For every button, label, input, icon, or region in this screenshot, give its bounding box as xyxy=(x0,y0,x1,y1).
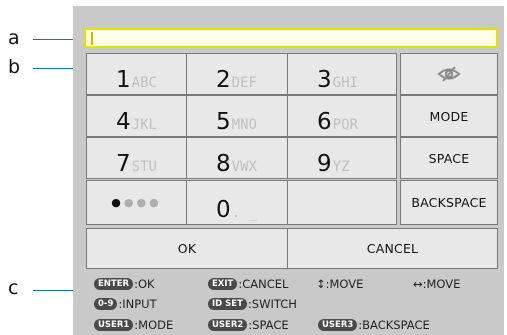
help-exit: EXIT:CANCEL xyxy=(208,276,288,291)
key-letters: ABC xyxy=(131,75,157,91)
exit-button-badge: EXIT xyxy=(208,277,238,290)
cancel-label: CANCEL xyxy=(366,241,419,256)
key-digit: 8 xyxy=(216,151,231,177)
text-input-field[interactable] xyxy=(84,28,498,48)
backspace-key[interactable]: BACKSPACE xyxy=(400,180,498,225)
help-switch: ID SET:SWITCH xyxy=(208,296,297,311)
user3-button-badge: USER3 xyxy=(318,318,358,331)
key-4[interactable]: 4 JKL xyxy=(86,95,187,137)
key-digit: 2 xyxy=(216,67,231,93)
cancel-button[interactable]: CANCEL xyxy=(287,228,498,269)
key-letters: YZ xyxy=(332,159,350,175)
hide-text-key[interactable] xyxy=(400,53,498,95)
key-digit: 7 xyxy=(116,151,131,177)
key-7[interactable]: 7 STU xyxy=(86,137,187,179)
mode-key[interactable]: MODE xyxy=(400,95,498,137)
callout-b: b xyxy=(8,56,21,78)
callout-c: c xyxy=(8,277,19,299)
key-digit: 4 xyxy=(116,109,131,135)
key-letters: VWX xyxy=(231,159,257,175)
key-1[interactable]: 1 ABC xyxy=(86,53,187,95)
key-letters: . _ xyxy=(231,205,257,221)
space-key[interactable]: SPACE xyxy=(400,137,498,179)
key-letters: PQR xyxy=(332,117,358,133)
key-letters: DEF xyxy=(231,75,257,91)
enter-button-badge: ENTER xyxy=(94,277,134,290)
key-digit: 5 xyxy=(216,109,231,135)
backspace-label: BACKSPACE xyxy=(411,195,487,210)
key-letters: GHI xyxy=(332,75,358,91)
callout-a: a xyxy=(8,27,20,49)
help-move-updown: ↕:MOVE xyxy=(316,276,364,291)
mode-label: MODE xyxy=(429,108,469,124)
key-digit: 1 xyxy=(116,67,131,93)
eye-slash-icon xyxy=(437,66,461,82)
key-3[interactable]: 3 GHI xyxy=(287,53,397,95)
space-label: SPACE xyxy=(428,150,470,166)
blank-key xyxy=(287,180,397,225)
help-user2: USER2:SPACE xyxy=(208,317,289,332)
dot-indicator: ●●●● xyxy=(111,196,162,209)
ok-button[interactable]: OK xyxy=(86,228,288,269)
help-user1: USER1:MODE xyxy=(94,317,173,332)
key-digit: 6 xyxy=(317,109,332,135)
id-set-button-badge: ID SET xyxy=(208,297,247,310)
key-help-legend: ENTER:OK EXIT:CANCEL ↕:MOVE ↔:MOVE 0-9:I… xyxy=(78,272,507,335)
key-5[interactable]: 5 MNO xyxy=(186,95,288,137)
key-6[interactable]: 6 PQR xyxy=(287,95,397,137)
key-8[interactable]: 8 VWX xyxy=(186,137,288,179)
help-enter: ENTER:OK xyxy=(94,276,155,291)
help-user3: USER3:BACKSPACE xyxy=(318,317,430,332)
key-digit: 3 xyxy=(317,67,332,93)
help-move-leftright: ↔:MOVE xyxy=(413,276,461,291)
text-cursor xyxy=(91,32,93,45)
ok-label: OK xyxy=(177,241,197,256)
key-9[interactable]: 9 YZ xyxy=(287,137,397,179)
key-letters: JKL xyxy=(131,117,157,133)
number-button-badge: 0-9 xyxy=(94,297,118,310)
key-letters: MNO xyxy=(231,117,257,133)
key-2[interactable]: 2 DEF xyxy=(186,53,288,95)
key-digit: 0 xyxy=(216,197,231,223)
user2-button-badge: USER2 xyxy=(208,318,248,331)
key-letters: STU xyxy=(131,159,157,175)
key-0[interactable]: 0. _ xyxy=(186,180,288,225)
key-digit: 9 xyxy=(317,151,332,177)
character-set-indicator[interactable]: ●●●● xyxy=(86,180,187,225)
user1-button-badge: USER1 xyxy=(94,318,134,331)
help-input: 0-9:INPUT xyxy=(94,296,157,311)
